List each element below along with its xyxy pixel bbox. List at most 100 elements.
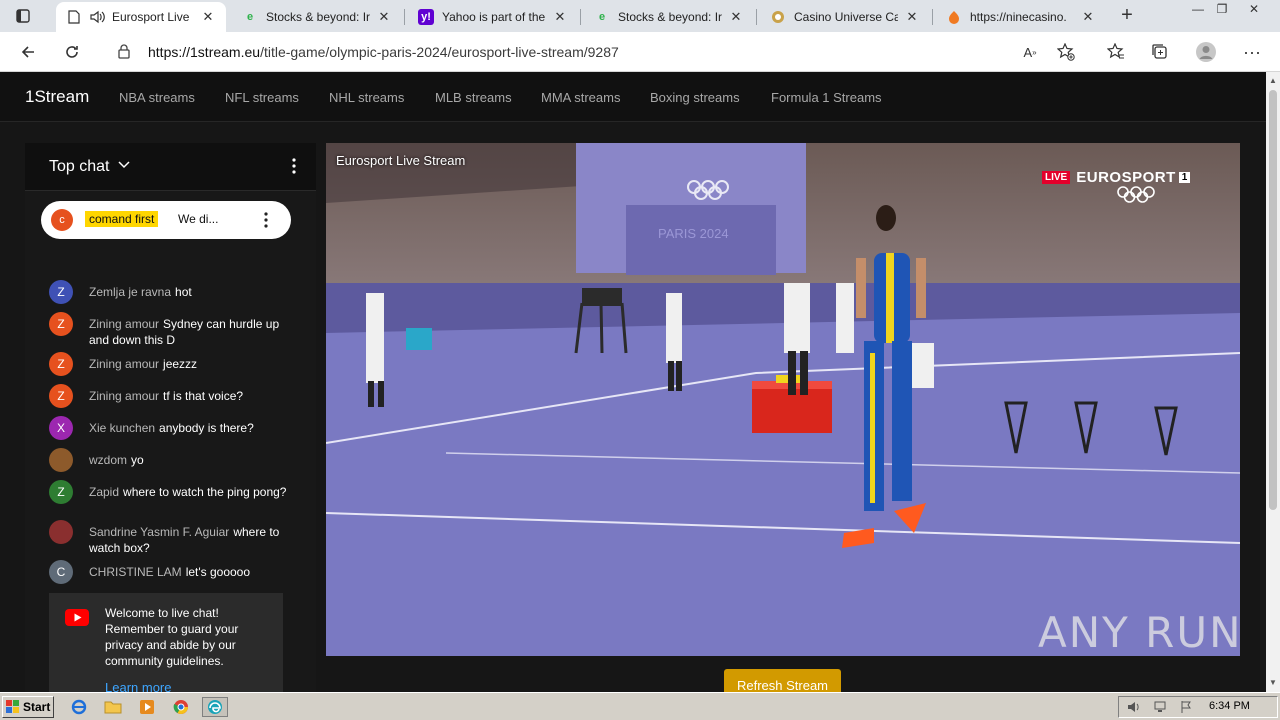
back-icon[interactable] [14, 38, 42, 66]
chat-menu-icon[interactable] [287, 157, 301, 178]
pinned-message[interactable]: c comand first We di... [41, 201, 291, 239]
read-aloud-icon[interactable]: A» [1016, 38, 1044, 66]
profile-avatar[interactable] [1192, 38, 1220, 66]
avatar: c [51, 209, 73, 231]
tab-actions-icon[interactable] [8, 4, 38, 28]
anyrun-watermark: ANY RUN [1038, 608, 1243, 657]
ie-icon[interactable] [68, 697, 90, 717]
video-player[interactable]: PARIS 2024 Eurosport Live Stream LIVE EU… [326, 143, 1240, 656]
tab-stocks-1[interactable]: e Stocks & beyond: Ir ✕ [232, 2, 402, 32]
flag-icon[interactable] [1179, 700, 1193, 717]
pinned-menu-icon[interactable] [261, 211, 271, 232]
live-chat-panel: Top chat c comand first We di... Z Zemlj… [25, 143, 316, 692]
settings-more-icon[interactable]: ··· [1238, 38, 1266, 66]
site-logo[interactable]: 1Stream [25, 87, 89, 107]
author-name: Zining amour [89, 389, 160, 403]
yahoo-icon: y! [418, 9, 434, 25]
tab-close-icon[interactable]: ✕ [200, 9, 216, 25]
new-tab-button[interactable]: + [1114, 4, 1140, 28]
lock-icon[interactable] [118, 43, 130, 62]
chrome-icon[interactable] [170, 697, 192, 717]
media-icon[interactable] [136, 697, 158, 717]
add-favorite-icon[interactable] [1052, 38, 1080, 66]
avatar: Z [49, 280, 73, 304]
folder-icon[interactable] [102, 697, 124, 717]
tab-title: Stocks & beyond: Ir [618, 10, 722, 24]
page-scrollbar[interactable]: ▲ ▼ [1266, 72, 1280, 692]
tab-close-icon[interactable]: ✕ [376, 9, 392, 25]
page-icon [66, 9, 82, 25]
nav-mlb[interactable]: MLB streams [435, 90, 512, 105]
tab-close-icon[interactable]: ✕ [1080, 9, 1096, 25]
tab-casino-universe[interactable]: Casino Universe Ca ✕ [760, 2, 930, 32]
message-text: yo [131, 453, 144, 467]
pinned-text: We di... [178, 212, 219, 226]
chevron-down-icon[interactable] [117, 157, 131, 174]
tab-close-icon[interactable]: ✕ [904, 9, 920, 25]
avatar: Z [49, 312, 73, 336]
learn-more-link[interactable]: Learn more [105, 680, 171, 692]
start-label: Start [23, 700, 51, 714]
avatar: C [49, 560, 73, 584]
nav-nba[interactable]: NBA streams [119, 90, 195, 105]
author-name: Sandrine Yasmin F. Aguiar [89, 525, 230, 539]
author-name: Xie kunchen [89, 421, 156, 435]
nav-nhl[interactable]: NHL streams [329, 90, 404, 105]
venue-sign: PARIS 2024 [658, 226, 729, 241]
tab-stocks-2[interactable]: e Stocks & beyond: Ir ✕ [584, 2, 754, 32]
avatar-photo [49, 448, 73, 472]
network-icon[interactable] [1153, 700, 1167, 717]
channel-badge: LIVE EUROSPORT 1 [1042, 169, 1191, 186]
window-close-icon[interactable]: ✕ [1240, 0, 1268, 22]
tab-title: Eurosport Live [112, 10, 190, 24]
site-header: 1Stream NBA streams NFL streams NHL stre… [0, 72, 1266, 122]
message-text: let's gooooo [185, 565, 251, 579]
refresh-icon[interactable] [58, 38, 86, 66]
channel-number: 1 [1178, 172, 1191, 183]
tab-close-icon[interactable]: ✕ [728, 9, 744, 25]
tab-ninecasino[interactable]: https://ninecasino. ✕ [936, 2, 1106, 32]
live-badge: LIVE [1042, 171, 1071, 184]
favorites-icon[interactable] [1102, 38, 1130, 66]
tab-title: Stocks & beyond: Ir [266, 10, 370, 24]
nav-nfl[interactable]: NFL streams [225, 90, 299, 105]
avatar: Z [49, 480, 73, 504]
author-name: Zining amour [89, 357, 160, 371]
address-bar[interactable]: https://1stream.eu/title-game/olympic-pa… [102, 36, 1082, 68]
avatar: Z [49, 352, 73, 376]
windows-logo-icon [6, 700, 19, 713]
collections-icon[interactable] [1146, 38, 1174, 66]
tab-separator [756, 9, 757, 25]
tab-eurosport[interactable]: Eurosport Live ✕ [56, 2, 226, 32]
restore-icon[interactable]: ❐ [1208, 0, 1236, 22]
message-text: jeezzz [163, 357, 198, 371]
tab-yahoo[interactable]: y! Yahoo is part of the ✕ [408, 2, 578, 32]
message-text: hot [175, 285, 192, 299]
welcome-text: Welcome to live chat! Remember to guard … [105, 606, 239, 668]
youtube-icon [65, 609, 89, 629]
author-name: Zining amour [89, 317, 160, 331]
author-name: wzdom [89, 453, 128, 467]
scroll-up-icon[interactable]: ▲ [1269, 76, 1277, 85]
edge-icon[interactable] [202, 697, 228, 717]
volume-icon[interactable] [1127, 700, 1141, 717]
system-tray: 6:34 PM [1118, 696, 1278, 718]
chat-mode-label[interactable]: Top chat [49, 158, 109, 176]
start-button[interactable]: Start [2, 696, 54, 718]
avatar: X [49, 416, 73, 440]
nav-mma[interactable]: MMA streams [541, 90, 620, 105]
nav-boxing[interactable]: Boxing streams [650, 90, 740, 105]
video-frame: PARIS 2024 [326, 143, 1240, 656]
author-name: Zapid [89, 485, 120, 499]
tab-title: https://ninecasino. [970, 10, 1067, 24]
tab-close-icon[interactable]: ✕ [552, 9, 568, 25]
nav-formula1[interactable]: Formula 1 Streams [771, 90, 882, 105]
scroll-down-icon[interactable]: ▼ [1269, 678, 1277, 687]
message-text: anybody is there? [159, 421, 254, 435]
green-e-icon: e [246, 11, 254, 23]
scrollbar-thumb[interactable] [1269, 90, 1277, 510]
url-text[interactable]: https://1stream.eu/title-game/olympic-pa… [148, 44, 619, 60]
windows-taskbar: Start 6:34 PM [0, 692, 1280, 720]
speaker-icon[interactable] [90, 9, 106, 25]
tab-title: Yahoo is part of the [442, 10, 546, 24]
